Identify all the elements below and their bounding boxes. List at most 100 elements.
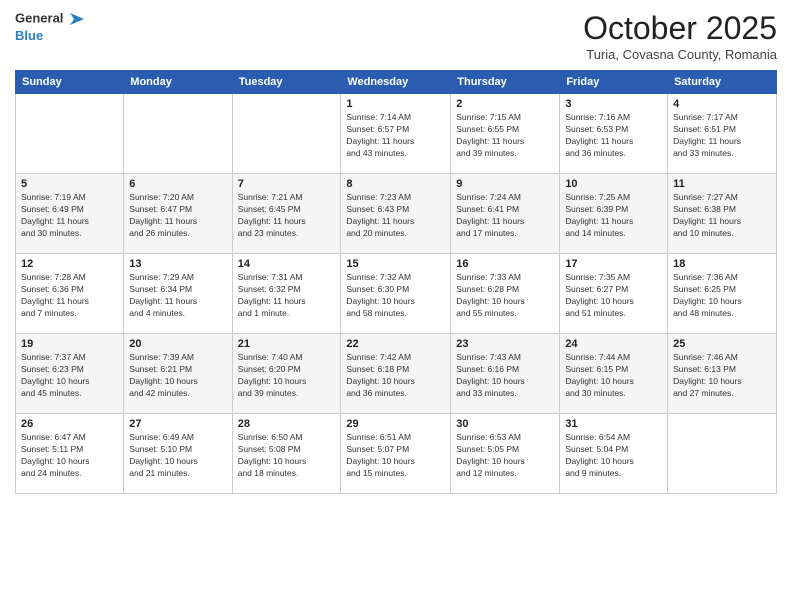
table-row: 11 Sunrise: 7:27 AM Sunset: 6:38 PM Dayli… <box>668 174 777 254</box>
table-row <box>124 94 232 174</box>
day-info: Sunrise: 7:35 AM Sunset: 6:27 PM Dayligh… <box>565 272 662 320</box>
table-row: 13 Sunrise: 7:29 AM Sunset: 6:34 PM Dayli… <box>124 254 232 334</box>
week-row-0: 1Sunrise: 7:14 AM Sunset: 6:57 PM Daylig… <box>16 94 777 174</box>
table-row <box>232 94 341 174</box>
day-info: Sunrise: 7:23 AM Sunset: 6:43 PM Dayligh… <box>346 192 445 240</box>
day-info: Sunrise: 7:29 AM Sunset: 6:34 PM Dayligh… <box>129 272 226 320</box>
table-row: 22 Sunrise: 7:42 AM Sunset: 6:18 PM Dayli… <box>341 334 451 414</box>
day-number: 25 <box>673 338 771 350</box>
table-row: 23 Sunrise: 7:43 AM Sunset: 6:16 PM Dayli… <box>451 334 560 414</box>
day-info: Sunrise: 7:20 AM Sunset: 6:47 PM Dayligh… <box>129 192 226 240</box>
table-row: 29 Sunrise: 6:51 AM Sunset: 5:07 PM Dayli… <box>341 414 451 494</box>
table-row: 4 Sunrise: 7:17 AM Sunset: 6:51 PM Daylig… <box>668 94 777 174</box>
table-row: 6Sunrise: 7:20 AM Sunset: 6:47 PM Daylig… <box>124 174 232 254</box>
table-row: 17Sunrise: 7:35 AM Sunset: 6:27 PM Dayli… <box>560 254 668 334</box>
table-row: 26 Sunrise: 6:47 AM Sunset: 5:11 PM Dayli… <box>16 414 124 494</box>
day-info: Sunrise: 7:40 AM Sunset: 6:20 PM Dayligh… <box>238 352 336 400</box>
day-number: 27 <box>129 418 226 430</box>
table-row: 8 Sunrise: 7:23 AM Sunset: 6:43 PM Daylig… <box>341 174 451 254</box>
day-info: Sunrise: 7:19 AM Sunset: 6:49 PM Dayligh… <box>21 192 118 240</box>
week-row-3: 19Sunrise: 7:37 AM Sunset: 6:23 PM Dayli… <box>16 334 777 414</box>
logo: General Blue <box>15 10 87 43</box>
table-row: 2 Sunrise: 7:15 AM Sunset: 6:55 PM Daylig… <box>451 94 560 174</box>
day-number: 21 <box>238 338 336 350</box>
day-number: 31 <box>565 418 662 430</box>
header-friday: Friday <box>560 71 668 94</box>
table-row: 16 Sunrise: 7:33 AM Sunset: 6:28 PM Dayli… <box>451 254 560 334</box>
day-info: Sunrise: 7:28 AM Sunset: 6:36 PM Dayligh… <box>21 272 118 320</box>
header: General Blue October 2025 Turia, Covasna… <box>15 10 777 62</box>
table-row: 14 Sunrise: 7:31 AM Sunset: 6:32 PM Dayli… <box>232 254 341 334</box>
table-row: 21 Sunrise: 7:40 AM Sunset: 6:20 PM Dayli… <box>232 334 341 414</box>
day-number: 9 <box>456 178 554 190</box>
day-info: Sunrise: 6:50 AM Sunset: 5:08 PM Dayligh… <box>238 432 336 480</box>
day-number: 28 <box>238 418 336 430</box>
header-tuesday: Tuesday <box>232 71 341 94</box>
day-number: 2 <box>456 98 554 110</box>
day-info: Sunrise: 7:33 AM Sunset: 6:28 PM Dayligh… <box>456 272 554 320</box>
day-info: Sunrise: 7:43 AM Sunset: 6:16 PM Dayligh… <box>456 352 554 400</box>
day-number: 18 <box>673 258 771 270</box>
header-sunday: Sunday <box>16 71 124 94</box>
week-row-4: 26 Sunrise: 6:47 AM Sunset: 5:11 PM Dayli… <box>16 414 777 494</box>
location-subtitle: Turia, Covasna County, Romania <box>583 47 777 62</box>
day-number: 13 <box>129 258 226 270</box>
day-info: Sunrise: 7:36 AM Sunset: 6:25 PM Dayligh… <box>673 272 771 320</box>
day-info: Sunrise: 6:53 AM Sunset: 5:05 PM Dayligh… <box>456 432 554 480</box>
day-number: 11 <box>673 178 771 190</box>
day-info: Sunrise: 7:37 AM Sunset: 6:23 PM Dayligh… <box>21 352 118 400</box>
header-thursday: Thursday <box>451 71 560 94</box>
day-number: 14 <box>238 258 336 270</box>
day-info: Sunrise: 6:54 AM Sunset: 5:04 PM Dayligh… <box>565 432 662 480</box>
day-number: 4 <box>673 98 771 110</box>
table-row <box>16 94 124 174</box>
day-info: Sunrise: 7:24 AM Sunset: 6:41 PM Dayligh… <box>456 192 554 240</box>
table-row: 27Sunrise: 6:49 AM Sunset: 5:10 PM Dayli… <box>124 414 232 494</box>
table-row: 19Sunrise: 7:37 AM Sunset: 6:23 PM Dayli… <box>16 334 124 414</box>
table-row: 20Sunrise: 7:39 AM Sunset: 6:21 PM Dayli… <box>124 334 232 414</box>
day-number: 24 <box>565 338 662 350</box>
header-saturday: Saturday <box>668 71 777 94</box>
table-row: 12 Sunrise: 7:28 AM Sunset: 6:36 PM Dayli… <box>16 254 124 334</box>
title-block: October 2025 Turia, Covasna County, Roma… <box>583 10 777 62</box>
day-info: Sunrise: 6:51 AM Sunset: 5:07 PM Dayligh… <box>346 432 445 480</box>
day-info: Sunrise: 7:31 AM Sunset: 6:32 PM Dayligh… <box>238 272 336 320</box>
day-info: Sunrise: 7:14 AM Sunset: 6:57 PM Dayligh… <box>346 112 445 160</box>
day-info: Sunrise: 7:44 AM Sunset: 6:15 PM Dayligh… <box>565 352 662 400</box>
day-number: 3 <box>565 98 662 110</box>
table-row: 25 Sunrise: 7:46 AM Sunset: 6:13 PM Dayli… <box>668 334 777 414</box>
day-info: Sunrise: 7:15 AM Sunset: 6:55 PM Dayligh… <box>456 112 554 160</box>
day-info: Sunrise: 7:42 AM Sunset: 6:18 PM Dayligh… <box>346 352 445 400</box>
day-info: Sunrise: 7:17 AM Sunset: 6:51 PM Dayligh… <box>673 112 771 160</box>
table-row: 5 Sunrise: 7:19 AM Sunset: 6:49 PM Daylig… <box>16 174 124 254</box>
day-number: 15 <box>346 258 445 270</box>
day-number: 30 <box>456 418 554 430</box>
day-info: Sunrise: 6:47 AM Sunset: 5:11 PM Dayligh… <box>21 432 118 480</box>
weekday-header-row: Sunday Monday Tuesday Wednesday Thursday… <box>16 71 777 94</box>
table-row: 31 Sunrise: 6:54 AM Sunset: 5:04 PM Dayli… <box>560 414 668 494</box>
day-number: 12 <box>21 258 118 270</box>
table-row: 10Sunrise: 7:25 AM Sunset: 6:39 PM Dayli… <box>560 174 668 254</box>
day-number: 5 <box>21 178 118 190</box>
logo-arrow-icon <box>68 10 86 28</box>
day-info: Sunrise: 7:46 AM Sunset: 6:13 PM Dayligh… <box>673 352 771 400</box>
week-row-2: 12 Sunrise: 7:28 AM Sunset: 6:36 PM Dayli… <box>16 254 777 334</box>
table-row: 9 Sunrise: 7:24 AM Sunset: 6:41 PM Daylig… <box>451 174 560 254</box>
day-info: Sunrise: 7:27 AM Sunset: 6:38 PM Dayligh… <box>673 192 771 240</box>
day-number: 8 <box>346 178 445 190</box>
table-row: 3Sunrise: 7:16 AM Sunset: 6:53 PM Daylig… <box>560 94 668 174</box>
header-monday: Monday <box>124 71 232 94</box>
day-number: 22 <box>346 338 445 350</box>
day-info: Sunrise: 7:39 AM Sunset: 6:21 PM Dayligh… <box>129 352 226 400</box>
day-info: Sunrise: 7:32 AM Sunset: 6:30 PM Dayligh… <box>346 272 445 320</box>
day-number: 16 <box>456 258 554 270</box>
day-number: 26 <box>21 418 118 430</box>
day-number: 10 <box>565 178 662 190</box>
day-number: 23 <box>456 338 554 350</box>
table-row: 24 Sunrise: 7:44 AM Sunset: 6:15 PM Dayli… <box>560 334 668 414</box>
day-number: 29 <box>346 418 445 430</box>
day-number: 7 <box>238 178 336 190</box>
calendar: Sunday Monday Tuesday Wednesday Thursday… <box>15 70 777 494</box>
month-title: October 2025 <box>583 10 777 47</box>
day-info: Sunrise: 7:21 AM Sunset: 6:45 PM Dayligh… <box>238 192 336 240</box>
